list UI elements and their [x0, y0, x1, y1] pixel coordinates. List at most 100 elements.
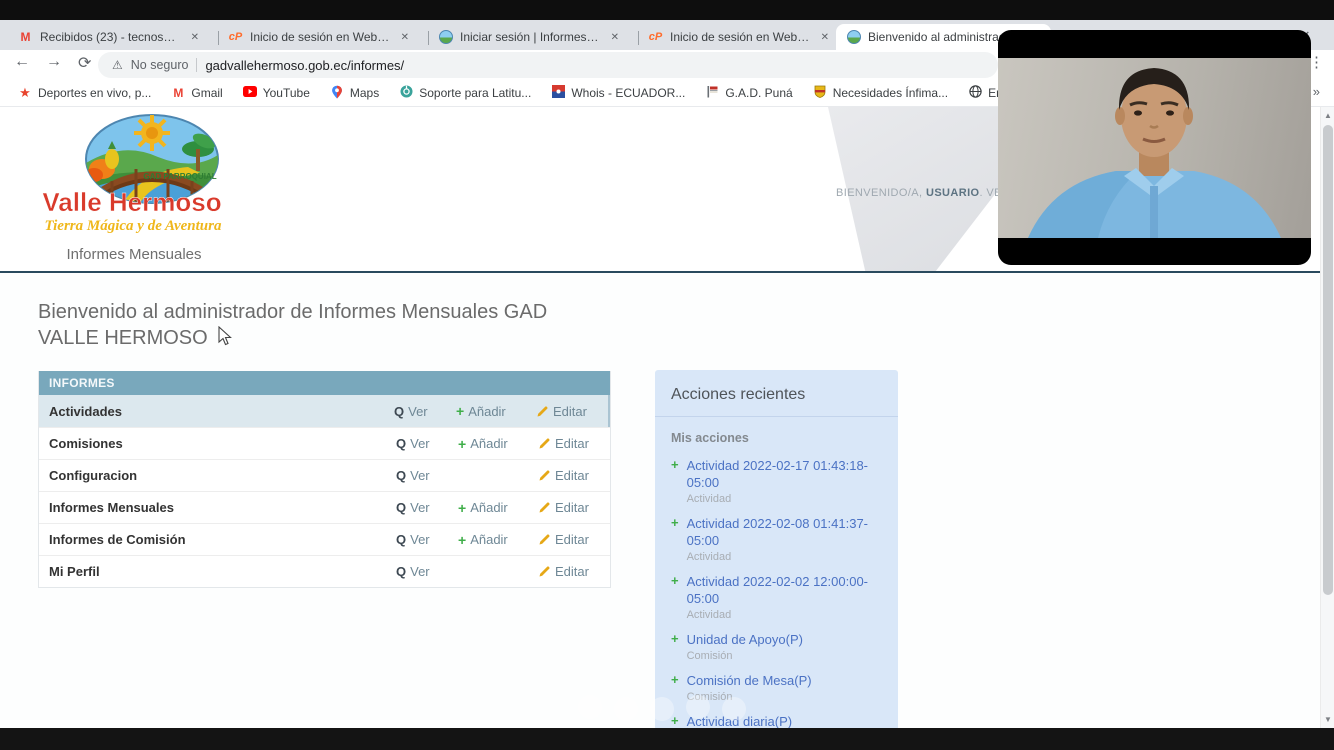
scrollbar-thumb[interactable]	[1323, 125, 1333, 595]
action-type: Actividad	[687, 551, 882, 563]
action-link[interactable]: Comisión de Mesa(P)	[687, 672, 882, 689]
bookmark-item[interactable]: M Gmail	[163, 83, 230, 103]
action-link[interactable]: Unidad de Apoyo(P)	[687, 631, 882, 648]
bookmark-item[interactable]: Whois - ECUADOR...	[543, 83, 693, 103]
action-link[interactable]: Actividad 2022-02-08 01:41:37-05:00	[687, 515, 882, 549]
bookmark-item[interactable]: Soporte para Latitu...	[391, 83, 539, 103]
plus-icon: +	[671, 515, 679, 563]
webcam-overlay	[998, 30, 1311, 265]
informes-module: INFORMES Actividades QVer +Añadir Editar…	[38, 371, 611, 588]
mouse-cursor	[218, 326, 232, 346]
list-item: + Actividad 2022-02-17 01:43:18-05:00 Ac…	[655, 447, 898, 505]
pencil-icon	[538, 437, 551, 450]
url-text[interactable]: gadvallehermoso.gob.ec/informes/	[205, 58, 404, 73]
scroll-up-icon[interactable]: ▲	[1321, 111, 1334, 120]
ver-link[interactable]: QVer	[396, 532, 458, 547]
gmail-icon: M	[21, 30, 31, 44]
model-name: Informes de Comisión	[39, 532, 396, 547]
ver-link[interactable]: QVer	[396, 500, 458, 515]
editar-link[interactable]: Editar	[538, 468, 610, 483]
vallehermoso-icon	[439, 30, 453, 44]
anadir-link[interactable]: +Añadir	[458, 532, 538, 548]
magnifier-icon: Q	[394, 404, 404, 419]
bookmark-item[interactable]: Maps	[322, 83, 387, 103]
watermark-dot	[614, 697, 638, 721]
support-icon	[400, 85, 413, 101]
editar-link[interactable]: Editar	[538, 564, 610, 579]
anadir-link[interactable]: +Añadir	[456, 403, 536, 419]
ver-link[interactable]: QVer	[396, 564, 458, 579]
ver-link[interactable]: QVer	[396, 436, 458, 451]
action-type: Comisión	[687, 650, 882, 662]
star-icon: ★	[19, 85, 31, 101]
address-bar[interactable]: ⚠ No seguro gadvallehermoso.gob.ec/infor…	[98, 52, 998, 78]
not-secure-warning-icon[interactable]: ⚠	[112, 58, 123, 72]
editar-link[interactable]: Editar	[538, 500, 610, 515]
svg-text:Tierra Mágica y de Aventura: Tierra Mágica y de Aventura	[45, 218, 222, 234]
browser-tab[interactable]: cP Inicio de sesión en Webmail ✕	[638, 24, 840, 50]
model-name: Informes Mensuales	[39, 500, 396, 515]
action-link[interactable]: Actividad 2022-02-17 01:43:18-05:00	[687, 457, 882, 491]
table-row: Actividades QVer +Añadir Editar	[39, 395, 610, 427]
browser-tab[interactable]: Iniciar sesión | Informes Mensual ✕	[428, 24, 630, 50]
divider	[196, 58, 197, 72]
action-type: Actividad	[687, 493, 882, 505]
globe-icon	[969, 85, 982, 101]
browser-menu-icon[interactable]: ⋮	[1309, 53, 1324, 71]
bookmark-item[interactable]: ★ Deportes en vivo, p...	[10, 83, 159, 103]
table-row: Informes de Comisión QVer +Añadir Editar	[39, 523, 610, 555]
reload-icon[interactable]: ⟳	[78, 53, 91, 73]
close-tab-icon[interactable]: ✕	[818, 31, 832, 44]
close-tab-icon[interactable]: ✕	[188, 31, 202, 44]
anadir-link[interactable]: +Añadir	[458, 436, 538, 452]
pencil-icon	[536, 405, 549, 418]
ver-link[interactable]: QVer	[396, 468, 458, 483]
welcome-username: USUARIO	[926, 187, 980, 199]
bookmark-item[interactable]: YouTube	[235, 83, 318, 103]
welcome-prefix: BIENVENIDO/A,	[836, 187, 923, 199]
person-in-webcam	[998, 58, 1311, 238]
close-tab-icon[interactable]: ✕	[398, 31, 412, 44]
page-title: Bienvenido al administrador de Informes …	[38, 299, 613, 351]
bookmark-item[interactable]: Necesidades Ínfima...	[805, 83, 956, 103]
plus-icon: +	[458, 500, 466, 516]
svg-text:Valle Hermoso: Valle Hermoso	[42, 187, 221, 217]
recent-actions-title: Acciones recientes	[655, 370, 898, 416]
close-tab-icon[interactable]: ✕	[608, 31, 622, 44]
plus-icon: +	[671, 672, 679, 703]
forward-icon[interactable]: →	[46, 53, 62, 71]
plus-icon: +	[671, 573, 679, 621]
site-logo[interactable]: GAD PARROQUIAL Valle Hermoso Tierra Mági…	[28, 111, 240, 263]
youtube-icon	[243, 86, 257, 100]
scrollbar[interactable]: ▲ ▼	[1320, 107, 1334, 728]
flag-icon	[706, 85, 719, 101]
crest-icon	[814, 85, 826, 101]
more-bookmarks-chevron[interactable]: »	[1313, 84, 1320, 99]
action-link[interactable]: Actividad diaria(P)	[687, 713, 882, 728]
magnifier-icon: Q	[396, 436, 406, 451]
editar-link[interactable]: Editar	[536, 404, 608, 419]
browser-tab[interactable]: cP Inicio de sesión en Webmail ✕	[218, 24, 420, 50]
valle-hermoso-logo-image: GAD PARROQUIAL Valle Hermoso Tierra Mági…	[28, 111, 240, 239]
scroll-down-icon[interactable]: ▼	[1321, 715, 1334, 724]
action-link[interactable]: Actividad 2022-02-02 12:00:00-05:00	[687, 573, 882, 607]
table-row: Mi Perfil QVer Editar	[39, 555, 610, 587]
editar-link[interactable]: Editar	[538, 436, 610, 451]
back-icon[interactable]: ←	[14, 53, 30, 71]
bookmark-item[interactable]: G.A.D. Puná	[697, 83, 800, 103]
browser-tab[interactable]: M Recibidos (23) - tecnoserviweb.e ✕	[8, 24, 210, 50]
my-actions-subtitle: Mis acciones	[655, 417, 898, 447]
pencil-icon	[538, 565, 551, 578]
bookmark-label: YouTube	[263, 86, 310, 100]
magnifier-icon: Q	[396, 564, 406, 579]
webcam-video	[998, 58, 1311, 238]
action-type: Comisión	[687, 691, 882, 703]
editar-link[interactable]: Editar	[538, 532, 610, 547]
plus-icon: +	[671, 631, 679, 662]
anadir-link[interactable]: +Añadir	[458, 500, 538, 516]
whois-icon	[552, 85, 565, 101]
ver-link[interactable]: QVer	[394, 404, 456, 419]
list-item: + Actividad 2022-02-02 12:00:00-05:00 Ac…	[655, 563, 898, 621]
site-name[interactable]: Informes Mensuales	[28, 246, 240, 263]
pencil-icon	[538, 501, 551, 514]
